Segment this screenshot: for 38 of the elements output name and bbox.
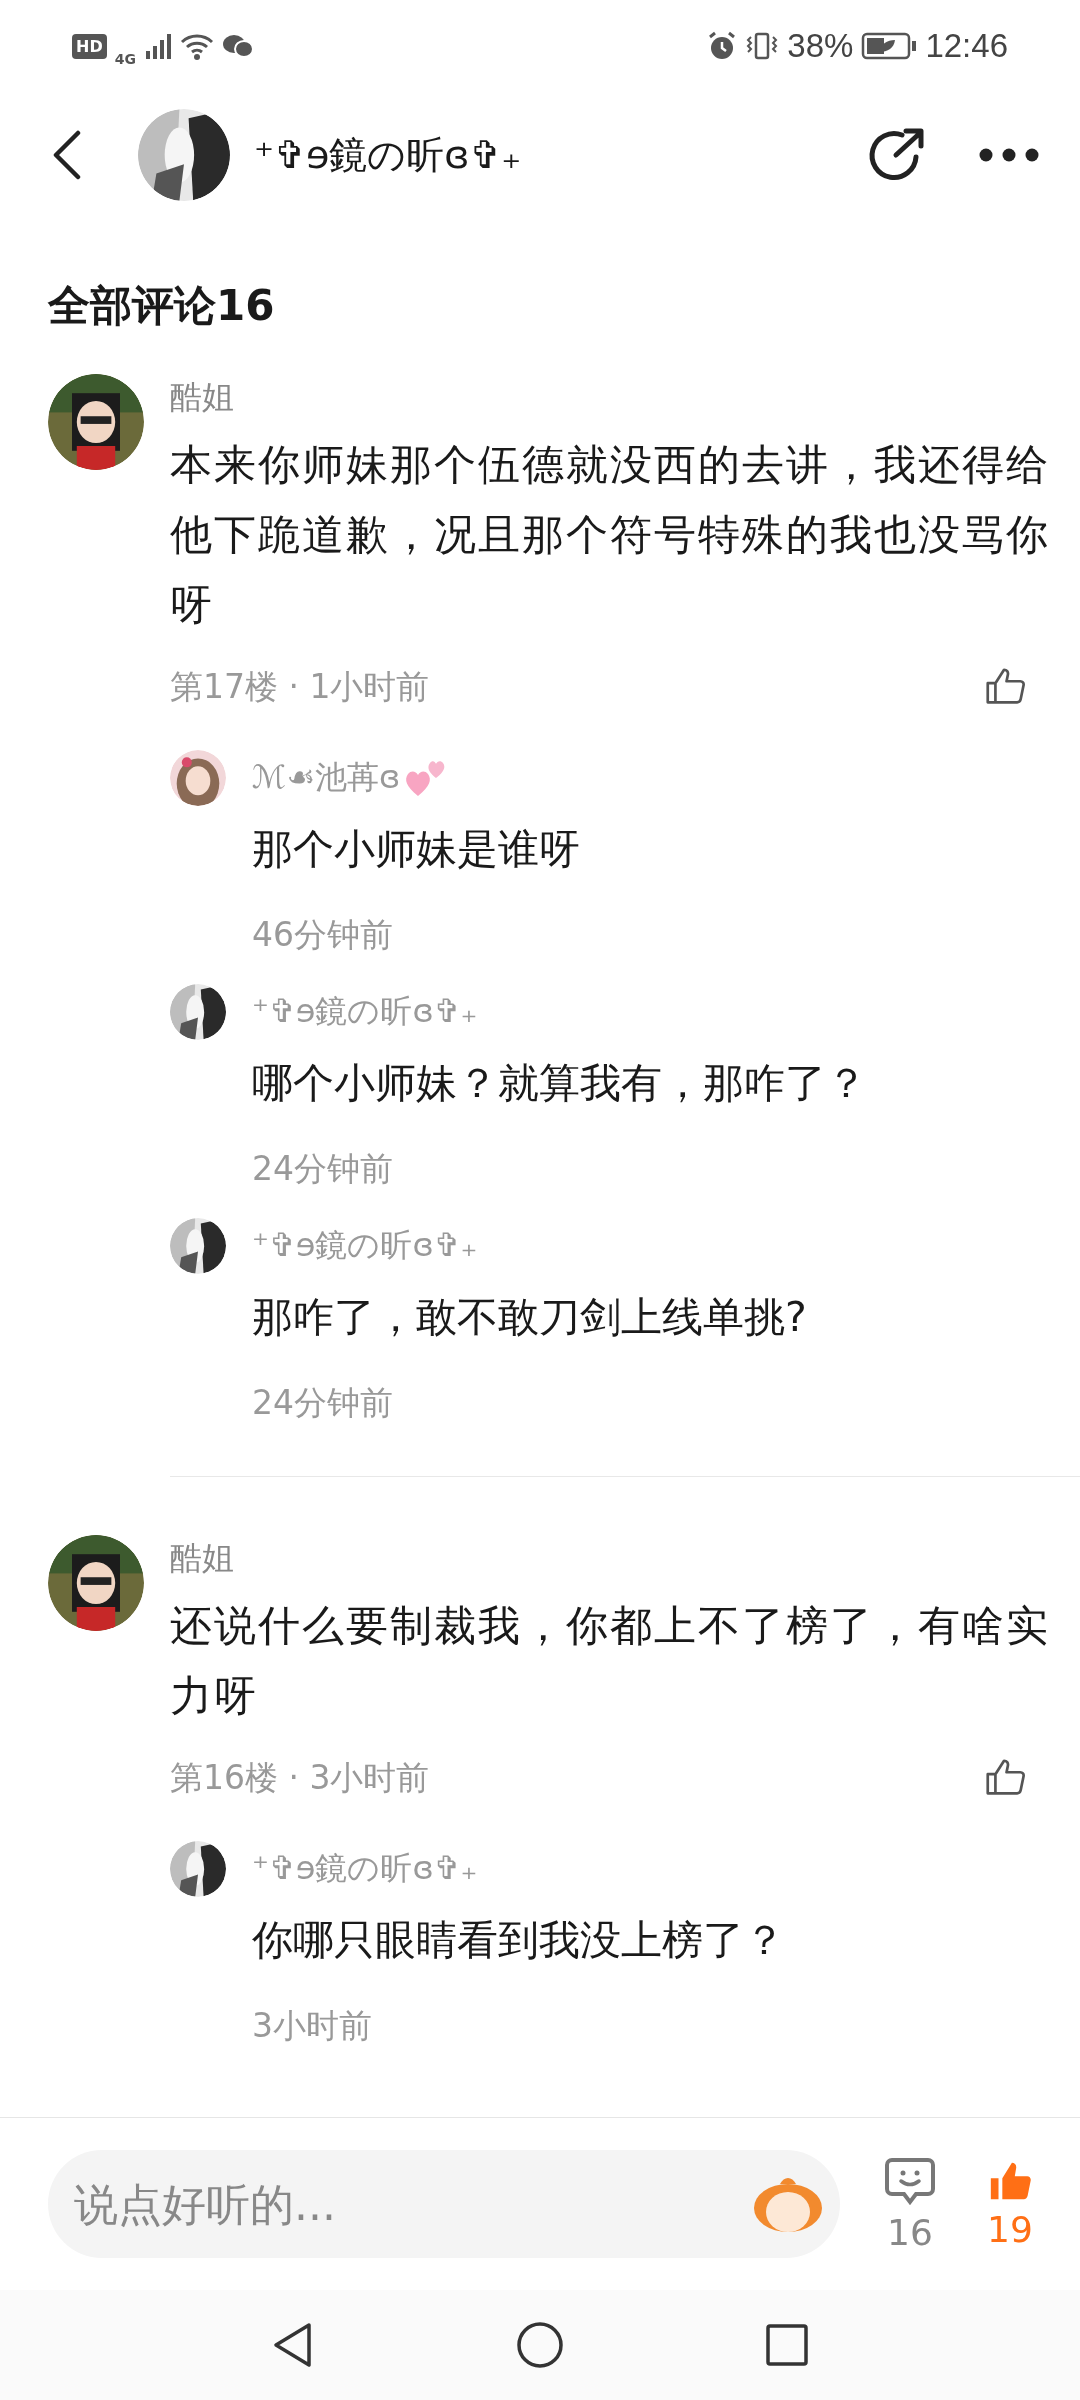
battery-percent: 38% <box>787 27 854 65</box>
replier-name: ⁺✞ɘ鏡の昕ɞ✞₊ <box>252 1848 478 1889</box>
replier-name: ⁺✞ɘ鏡の昕ɞ✞₊ <box>252 991 478 1032</box>
comment-input[interactable]: 说点好听的... <box>48 2150 840 2258</box>
vibrate-icon <box>745 31 780 61</box>
reply-text: 那咋了，敢不敢刀剑上线单挑? <box>252 1292 807 1343</box>
reply-time: 24分钟前 <box>252 1148 394 1190</box>
signal-icon <box>143 33 172 59</box>
like-count: 19 <box>987 2208 1033 2250</box>
hd-indicator: HD <box>72 33 107 59</box>
replier-name: ⁺✞ɘ鏡の昕ɞ✞₊ <box>252 1225 478 1266</box>
recents-nav-icon[interactable] <box>765 2323 810 2367</box>
network-type: 4G <box>114 51 136 67</box>
battery-icon <box>861 32 918 60</box>
section-title: 全部评论16 <box>47 280 276 332</box>
reply-time: 3小时前 <box>252 2005 373 2047</box>
reply-time: 46分钟前 <box>252 914 394 956</box>
comment-count: 16 <box>887 2211 933 2253</box>
commenter-name: 酷姐 <box>170 377 235 418</box>
replier-name: ℳ☙池苒ɞ <box>252 757 401 798</box>
reply-text: 那个小师妹是谁呀 <box>252 824 580 875</box>
wifi-icon <box>179 32 214 60</box>
comment-meta: 第16楼 · 3小时前 <box>170 1756 430 1799</box>
profile-name: ⁺✞ɘ鏡の昕ɞ✞₊ <box>254 131 523 179</box>
alarm-icon <box>707 31 738 61</box>
more-icon[interactable] <box>978 147 1040 163</box>
reply-time: 24分钟前 <box>252 1382 394 1424</box>
home-nav-icon[interactable] <box>516 2321 564 2369</box>
comment-meta: 第17楼 · 1小时前 <box>170 665 430 708</box>
chat-app-icon <box>221 33 254 59</box>
comment-text: 本来你师妹那个伍德就没西的去讲，我还得给他下跪道歉，况且那个符号特殊的我也没骂你呀 <box>170 439 1051 631</box>
reply-text: 你哪只眼睛看到我没上榜了？ <box>252 1915 785 1966</box>
back-icon[interactable] <box>52 130 82 180</box>
comment-text: 还说什么要制裁我，你都上不了榜了，有啥实力呀 <box>170 1600 1051 1722</box>
commenter-name: 酷姐 <box>170 1538 235 1579</box>
reply-text: 哪个小师妹？就算我有，那咋了？ <box>252 1058 867 1109</box>
clock-time: 12:46 <box>925 27 1008 65</box>
comment-icon[interactable] <box>884 2155 936 2208</box>
